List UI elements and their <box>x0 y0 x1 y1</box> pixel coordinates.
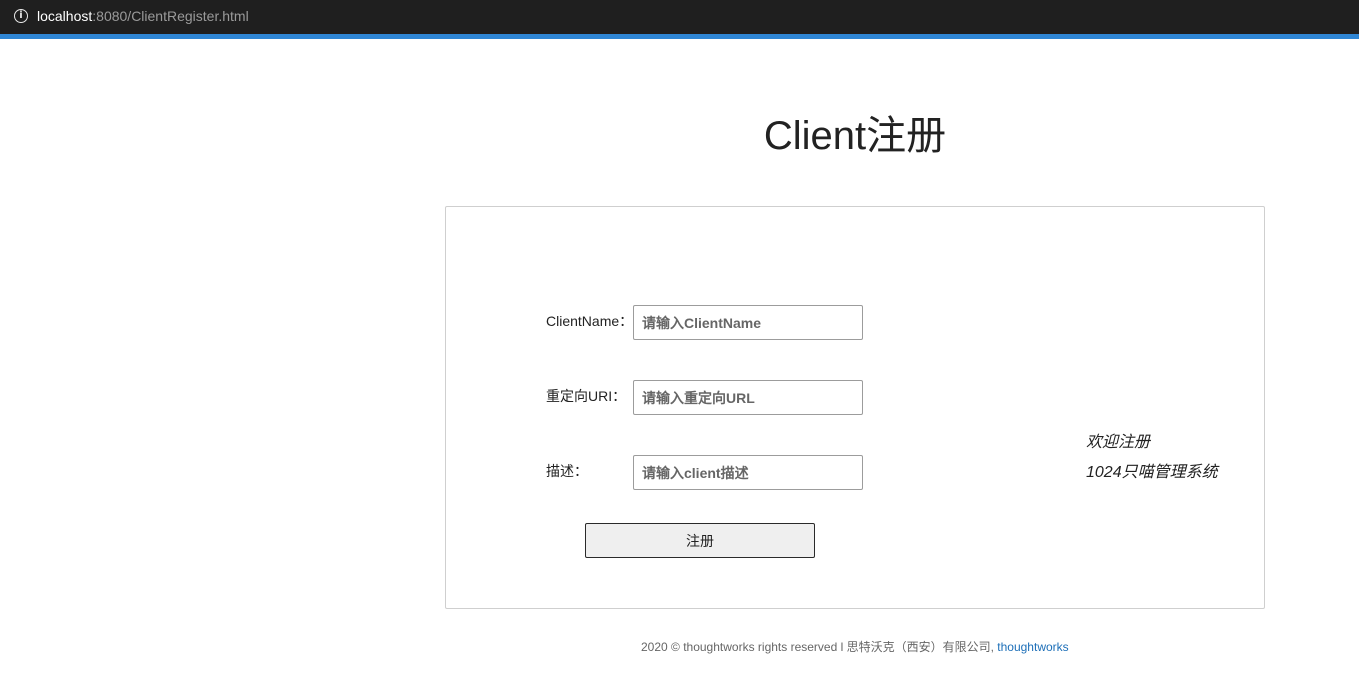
page-title: Client注册 <box>763 114 947 158</box>
accent-divider <box>0 34 1359 39</box>
register-form-panel: ClientName： 重定向URI： 描述： 注册 欢迎注册 1024只喵管理… <box>445 206 1265 609</box>
footer: 2020 © thoughtworks rights reserved l 思特… <box>641 639 1069 655</box>
footer-copyright: 2020 © thoughtworks rights reserved l 思特… <box>641 640 998 654</box>
browser-address-bar: i localhost:8080/ClientRegister.html <box>0 0 1359 34</box>
client-name-label: ClientName： <box>546 313 634 329</box>
description-label: 描述： <box>546 463 588 479</box>
system-name-text: 1024只喵管理系统 <box>1086 464 1218 481</box>
client-name-input[interactable] <box>633 305 863 340</box>
info-icon[interactable]: i <box>14 9 28 23</box>
url-field[interactable]: localhost:8080/ClientRegister.html <box>37 7 249 25</box>
url-host: localhost <box>37 8 93 24</box>
footer-link-thoughtworks[interactable]: thoughtworks <box>997 640 1068 654</box>
welcome-text: 欢迎注册 <box>1086 434 1151 451</box>
description-input[interactable] <box>633 455 863 490</box>
redirect-uri-label: 重定向URI： <box>546 388 627 404</box>
register-button[interactable]: 注册 <box>585 523 815 558</box>
redirect-uri-input[interactable] <box>633 380 863 415</box>
url-path: :8080/ClientRegister.html <box>92 8 249 24</box>
